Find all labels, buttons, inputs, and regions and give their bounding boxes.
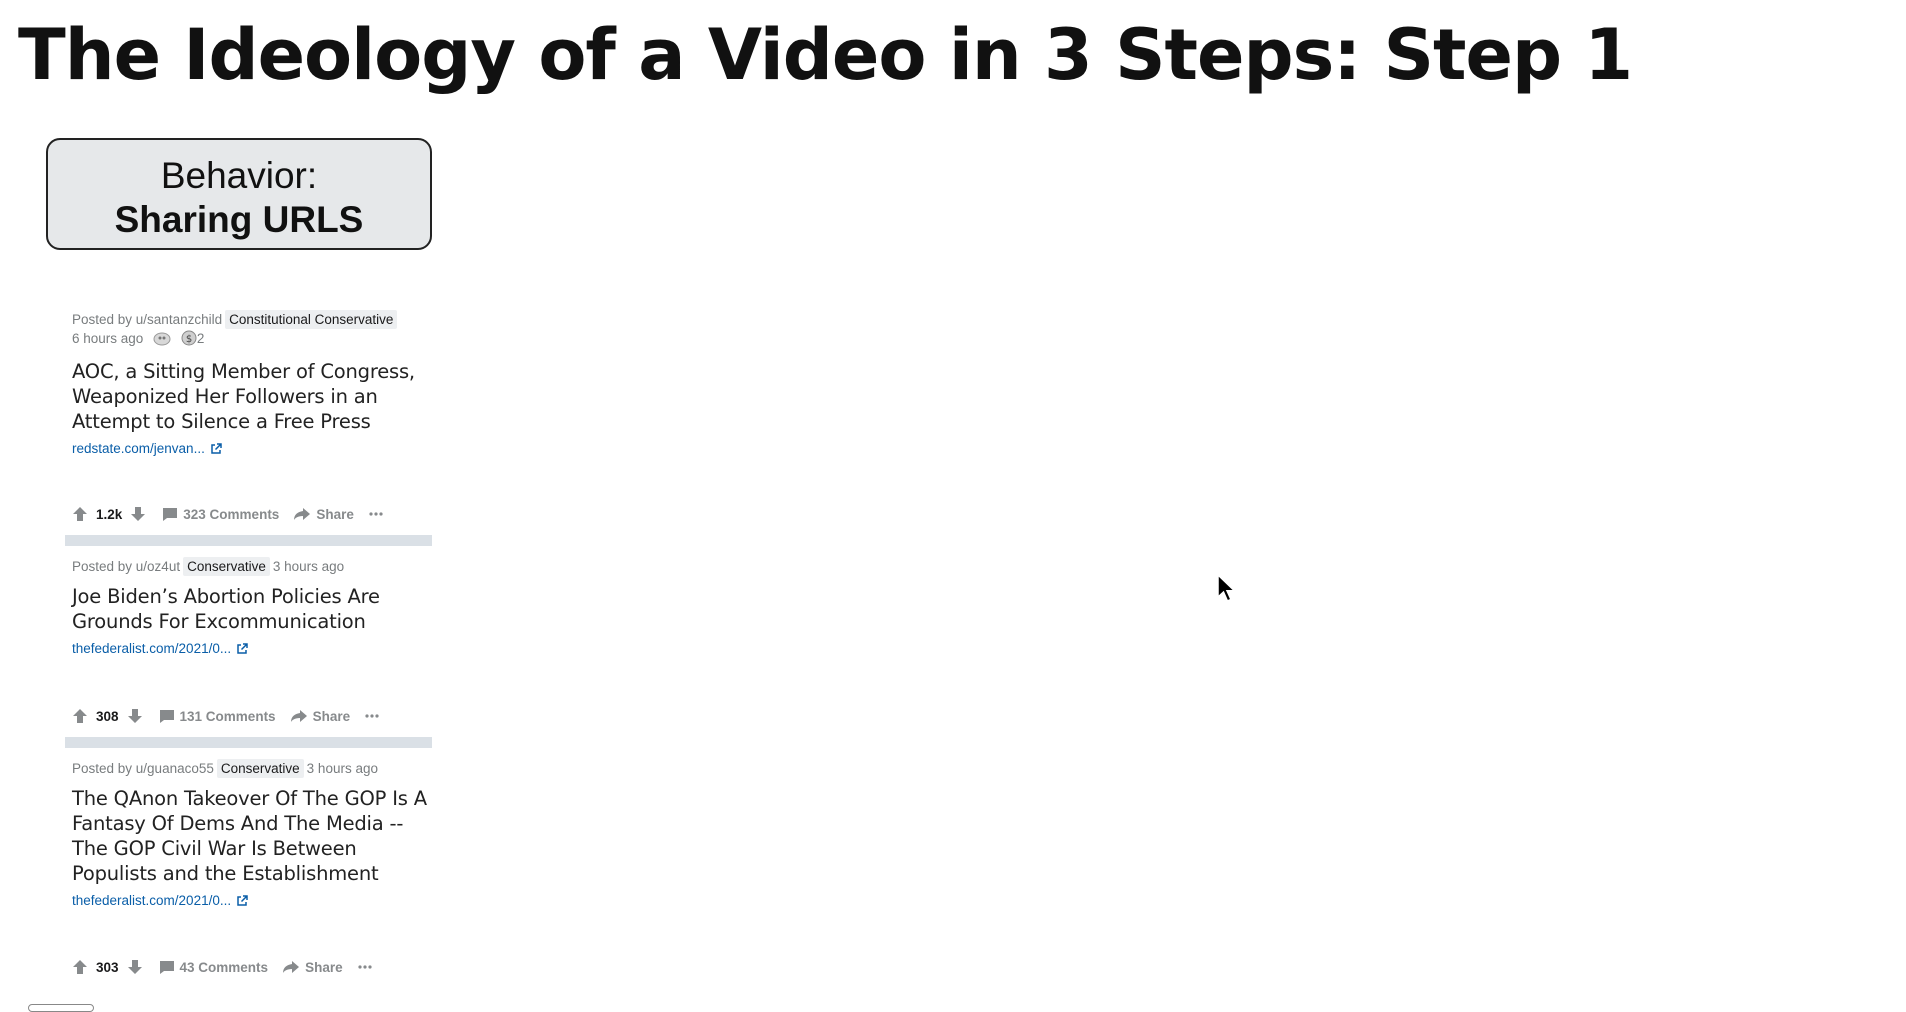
bottom-element [28, 1004, 94, 1012]
external-link-icon [237, 643, 248, 654]
comments-count: 323 Comments [183, 506, 280, 522]
comment-icon [163, 507, 178, 521]
post-title[interactable]: The QAnon Takeover Of The GOP Is A Fanta… [72, 786, 431, 886]
post-title[interactable]: AOC, a Sitting Member of Congress, Weapo… [72, 359, 431, 434]
share-icon [283, 961, 300, 973]
upvote-icon[interactable] [72, 708, 88, 724]
post-separator [65, 535, 432, 546]
share-label: Share [316, 506, 354, 522]
posted-by[interactable]: Posted by u/oz4ut [72, 559, 180, 574]
share-label: Share [305, 959, 343, 975]
comments-button[interactable]: 131 Comments [159, 709, 276, 724]
share-button[interactable]: Share [282, 960, 343, 975]
user-flair: Conservative [183, 557, 270, 576]
comments-button[interactable]: 323 Comments [162, 507, 279, 522]
downvote-icon[interactable] [130, 506, 146, 522]
posted-by[interactable]: Posted by u/santanzchild [72, 312, 222, 327]
post-meta-time: 6 hours ago $ 2 [72, 329, 431, 351]
post-meta: Posted by u/oz4ut Conservative 3 hours ago [72, 557, 431, 576]
svg-text:$: $ [186, 334, 192, 345]
more-icon [365, 714, 379, 718]
downvote-icon[interactable] [127, 959, 143, 975]
post-card[interactable]: Posted by u/oz4ut Conservative 3 hours ago… [65, 557, 431, 747]
share-icon [294, 508, 311, 520]
comments-count: 131 Comments [179, 708, 276, 724]
post-card[interactable]: Posted by u/guanaco55 Conservative 3 hours… [65, 759, 431, 999]
comment-icon [159, 709, 174, 723]
share-label: Share [312, 708, 351, 724]
post-meta: Posted by u/guanaco55 Conservative 3 hours… [72, 759, 431, 778]
post-link[interactable]: thefederalist.com/2021/0... [72, 641, 248, 656]
post-link-text[interactable]: thefederalist.com/2021/0... [72, 893, 231, 908]
post-link-text[interactable]: redstate.com/jenvan... [72, 441, 205, 456]
share-button[interactable]: Share [290, 708, 351, 724]
more-icon [369, 512, 383, 516]
behavior-box: Behavior: Sharing URLS [46, 138, 432, 250]
post-separator [65, 737, 432, 748]
post-link-text[interactable]: thefederalist.com/2021/0... [72, 641, 231, 656]
post-actions: 308 131 Comments Share [72, 708, 385, 724]
external-link-icon [237, 895, 248, 906]
vote-score: 1.2k [96, 506, 123, 522]
post-meta: Posted by u/santanzchild Constitutional C… [72, 310, 431, 329]
more-options-button[interactable] [357, 964, 378, 970]
behavior-label: Behavior: [160, 155, 318, 196]
vote-score: 308 [96, 708, 119, 724]
user-flair: Conservative [216, 759, 304, 778]
external-link-icon [211, 443, 222, 454]
post-actions: 1.2k 323 Comments Share [72, 506, 389, 522]
behavior-value: Sharing URLS [114, 199, 364, 240]
post-time: 3 hours ago [306, 761, 378, 776]
more-options-button[interactable] [368, 511, 389, 517]
comment-icon [159, 960, 174, 974]
cursor-icon [1217, 574, 1237, 602]
award-count: 2 [196, 331, 205, 346]
post-link[interactable]: thefederalist.com/2021/0... [72, 893, 248, 908]
post-link[interactable]: redstate.com/jenvan... [72, 441, 222, 456]
share-button[interactable]: Share [293, 507, 354, 522]
comments-button[interactable]: 43 Comments [159, 959, 269, 975]
post-title[interactable]: Joe Biden’s Abortion Policies Are Ground… [72, 584, 431, 634]
post-card[interactable]: Posted by u/santanzchild Constitutional C… [65, 310, 431, 550]
upvote-icon[interactable] [72, 506, 88, 522]
more-icon [357, 965, 372, 969]
award-icon[interactable]: $ [181, 330, 197, 351]
upvote-icon[interactable] [72, 959, 88, 975]
post-actions: 303 43 Comments Share [72, 959, 378, 975]
more-options-button[interactable] [364, 713, 385, 719]
user-flair: Constitutional Conservative [225, 310, 398, 329]
downvote-icon[interactable] [127, 708, 143, 724]
share-icon [290, 710, 307, 722]
posted-by[interactable]: Posted by u/guanaco55 [72, 761, 214, 776]
post-time: 6 hours ago [72, 331, 144, 346]
award-icon[interactable] [153, 330, 171, 351]
post-time: 3 hours ago [272, 559, 345, 574]
slide-title: The Ideology of a Video in 3 Steps: Step… [18, 14, 1633, 96]
vote-score: 303 [96, 959, 119, 975]
comments-count: 43 Comments [179, 959, 269, 975]
